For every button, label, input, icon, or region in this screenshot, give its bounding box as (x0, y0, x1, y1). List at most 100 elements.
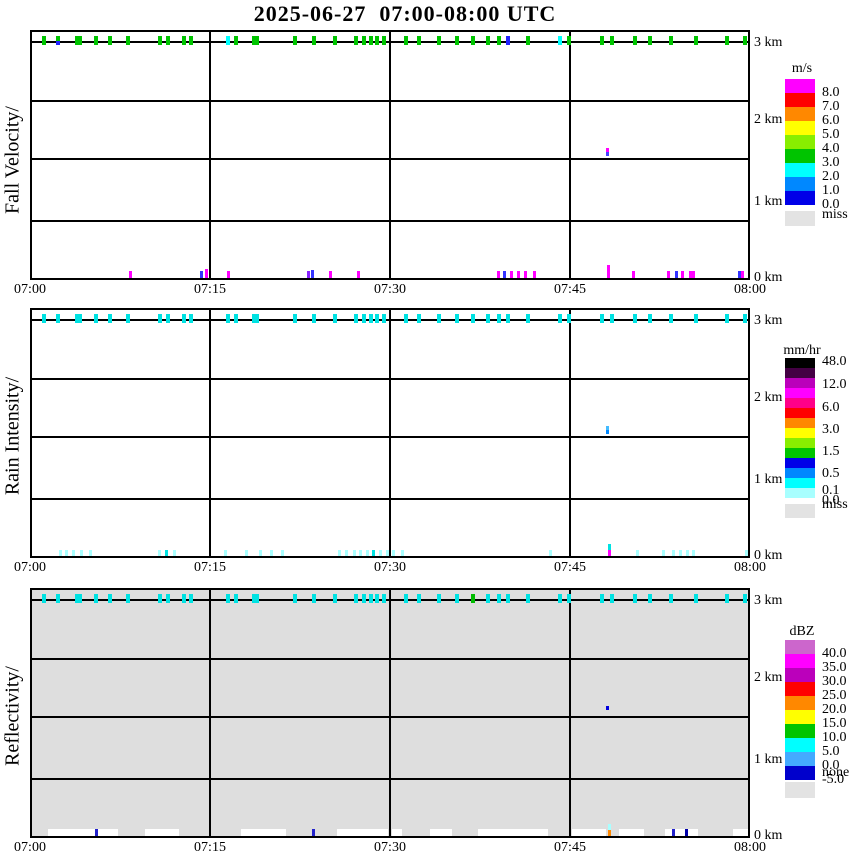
surface-echo-mark (685, 829, 688, 836)
time-tick-label: 07:45 (554, 560, 586, 575)
colorbar-segment (785, 478, 815, 488)
ylabel-rain-intensity: Rain Intensity/ (1, 376, 24, 496)
echo-mark-3km (108, 314, 112, 323)
surface-echo-mark (312, 829, 315, 836)
panel-border-top (30, 30, 750, 32)
echo-mark-3km (725, 36, 729, 45)
colorbar-segment (785, 388, 815, 398)
echo-mark-3km (182, 314, 186, 323)
echo-mark-3km (42, 36, 46, 45)
colorbar-title-mmhr: mm/hr (783, 343, 821, 358)
colorbar-segment (785, 149, 815, 163)
colorbar-segment (785, 488, 815, 498)
gridline-vertical (209, 30, 211, 280)
echo-mark-3km (382, 36, 386, 45)
echo-mark-mid (606, 706, 609, 710)
time-tick-label: 07:15 (194, 840, 226, 855)
echo-mark-3km (252, 314, 259, 323)
echo-mark-3km (471, 594, 475, 603)
panel-border-right (748, 30, 750, 280)
colorbar-segment (785, 191, 815, 205)
echo-mark-3km (417, 36, 421, 45)
panel-border-left (30, 30, 32, 280)
echo-mark-3km (166, 36, 170, 45)
echo-mark-3km (600, 314, 604, 323)
colorbar-segment (785, 696, 815, 710)
gridline-vertical (209, 588, 211, 838)
echo-mark-3km (293, 36, 297, 45)
panel-reflectivity (30, 588, 750, 838)
echo-mark-3km (126, 36, 130, 45)
echo-mark-3km (226, 594, 230, 603)
echo-mark-3km (189, 594, 193, 603)
echo-mark-3km (526, 594, 530, 603)
time-tick-label: 07:30 (374, 560, 406, 575)
echo-mark-3km (558, 36, 562, 45)
clear-strip (145, 829, 179, 836)
echo-mark-3km (382, 594, 386, 603)
colorbar-segment (785, 640, 815, 654)
clear-strip (241, 829, 286, 836)
echo-mark-3km (694, 594, 698, 603)
colorbar-tick-label: 6.0 (822, 400, 840, 415)
echo-mark-3km (725, 314, 729, 323)
echo-mark-3km (471, 314, 475, 323)
echo-mark-3km (648, 594, 652, 603)
echo-mark-3km (126, 314, 130, 323)
echo-mark-3km (75, 314, 82, 323)
echo-mark-3km (486, 36, 490, 45)
echo-mark-3km (333, 36, 337, 45)
clear-strip (664, 829, 699, 836)
colorbar-tick-label: 1.5 (822, 444, 840, 459)
panel-border-right (748, 308, 750, 558)
echo-mark-3km (189, 314, 193, 323)
echo-mark-3km (669, 314, 673, 323)
clear-strip (429, 829, 453, 836)
colorbar-segment (785, 654, 815, 668)
echo-mark-3km (526, 314, 530, 323)
echo-mark-3km (182, 36, 186, 45)
colorbar-segment (785, 398, 815, 408)
colorbar-segment (785, 752, 815, 766)
echo-mark-3km (362, 314, 366, 323)
surface-echo-mark (524, 271, 527, 278)
surface-echo-mark (129, 271, 132, 278)
clear-strip (337, 829, 388, 836)
colorbar-tick-label: 12.0 (822, 377, 847, 392)
clear-strip (572, 829, 606, 836)
time-tick-label: 07:00 (14, 840, 46, 855)
missing-value-swatch (785, 504, 815, 518)
echo-mark-3km (333, 314, 337, 323)
ylabel-reflectivity: Reflectivity/ (1, 666, 24, 766)
height-tick-label: 3 km (754, 313, 783, 328)
height-tick-label: 0 km (754, 828, 783, 843)
surface-echo-mark (357, 271, 360, 278)
colorbar-tick-label: 0.5 (822, 466, 840, 481)
echo-mark-3km (56, 594, 60, 603)
panel-rain-intensity (30, 308, 750, 558)
surface-echo-mark (311, 270, 314, 278)
height-tick-label: 3 km (754, 593, 783, 608)
surface-echo-mark (517, 271, 520, 278)
panel-fall-velocity (30, 30, 750, 280)
height-tick-label: 1 km (754, 194, 783, 209)
echo-mark-3km (497, 594, 501, 603)
colorbar-segment (785, 724, 815, 738)
echo-mark-3km (75, 36, 82, 45)
echo-mark-3km (354, 314, 358, 323)
echo-mark-3km (94, 36, 98, 45)
surface-echo-mark (329, 271, 332, 278)
echo-mark-3km (526, 36, 530, 45)
height-tick-label: 0 km (754, 548, 783, 563)
echo-mark-mid (606, 430, 609, 434)
colorbar-segment (785, 378, 815, 388)
height-tick-label: 2 km (754, 112, 783, 127)
clear-strip (733, 829, 748, 836)
clear-strip (392, 829, 402, 836)
time-tick-label: 07:45 (554, 282, 586, 297)
colorbar-segment (785, 448, 815, 458)
echo-mark-3km (648, 314, 652, 323)
gridline-vertical (209, 308, 211, 558)
colorbar-segment (785, 438, 815, 448)
colorbar-segment (785, 710, 815, 724)
